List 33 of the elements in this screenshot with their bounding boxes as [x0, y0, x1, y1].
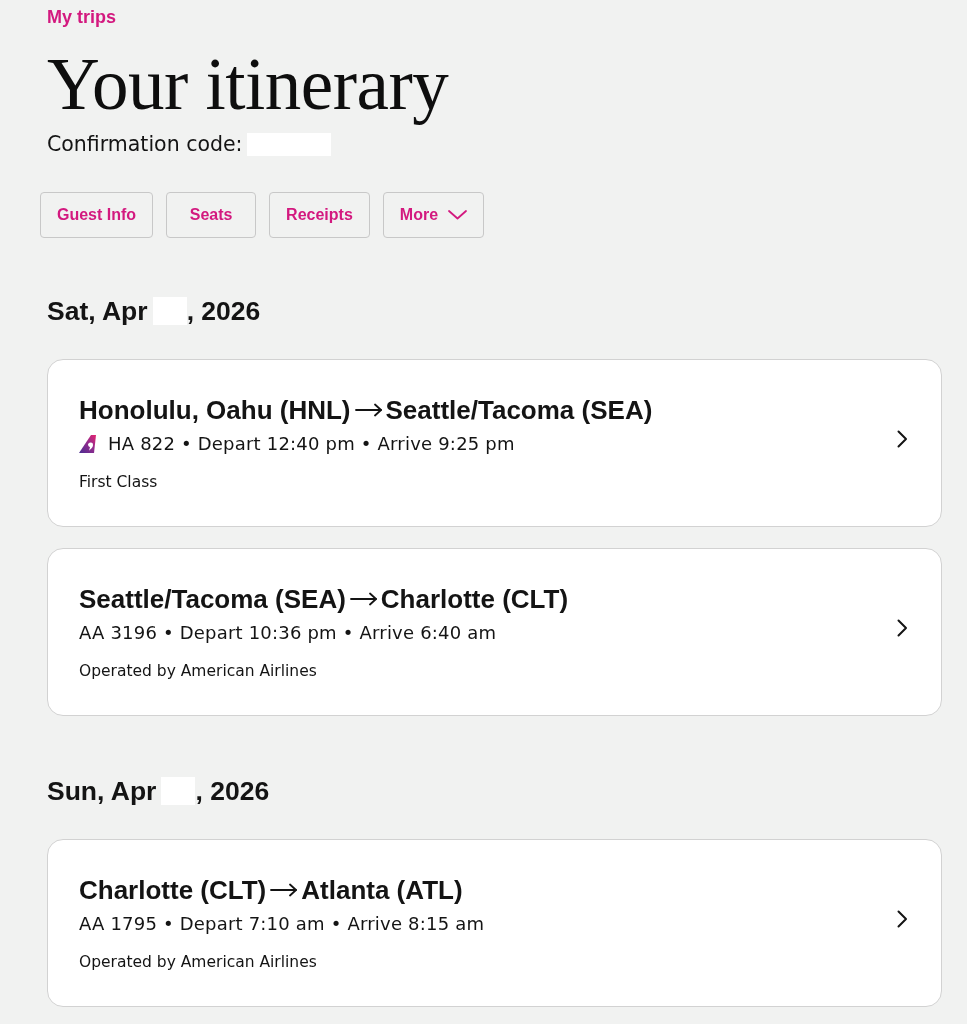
- flight-details: AA 1795 • Depart 7:10 am • Arrive 8:15 am: [79, 911, 485, 936]
- flight-details: AA 3196 • Depart 10:36 pm • Arrive 6:40 am: [79, 620, 497, 645]
- flight-details: HA 822 • Depart 12:40 pm • Arrive 9:25 pm: [108, 431, 515, 456]
- arrow-right-icon: [354, 402, 382, 417]
- destination-airport: Atlanta (ATL): [301, 874, 463, 905]
- date-heading: Sat, Apr: [47, 295, 148, 327]
- action-button[interactable]: Guest Info: [40, 192, 154, 238]
- action-button[interactable]: Receipts: [269, 192, 370, 238]
- origin-airport: Charlotte (CLT): [79, 874, 267, 905]
- flight-note: First Class: [79, 471, 158, 492]
- chevron-right-icon: [897, 910, 908, 928]
- arrow-right-icon: [270, 882, 298, 897]
- more-menu-button[interactable]: More: [382, 192, 485, 238]
- date-heading: , 2026: [195, 775, 270, 807]
- chevron-down-icon: [448, 210, 468, 220]
- flight-note: Operated by American Airlines: [79, 660, 317, 681]
- breadcrumb-link[interactable]: My trips: [47, 4, 116, 30]
- destination-airport: Seattle/Tacoma (SEA): [385, 394, 653, 425]
- chevron-right-icon: [897, 619, 908, 637]
- origin-airport: Seattle/Tacoma (SEA): [79, 583, 346, 614]
- flight-card[interactable]: Honolulu, Oahu (HNL) Seattle/Tacoma (SEA) HA 822 • Depart 12:40 pm • Arrive 9:25 pm First Class: [47, 359, 942, 527]
- date-heading: Sun, Apr: [47, 775, 157, 807]
- origin-airport: Honolulu, Oahu (HNL): [79, 394, 351, 425]
- chevron-right-icon: [897, 430, 908, 448]
- action-button[interactable]: Seats: [166, 192, 257, 238]
- flight-note: Operated by American Airlines: [79, 951, 317, 972]
- confirmation-label: Confirmation code:: [47, 131, 243, 157]
- date-heading: , 2026: [186, 295, 261, 327]
- arrow-right-icon: [349, 591, 377, 606]
- flight-card[interactable]: Charlotte (CLT) Atlanta (ATL) AA 1795 • Depart 7:10 am • Arrive 8:15 am Operated by American Airlines: [47, 839, 942, 1007]
- destination-airport: Charlotte (CLT): [380, 583, 569, 614]
- flight-card[interactable]: Seattle/Tacoma (SEA) Charlotte (CLT) AA 3196 • Depart 10:36 pm • Arrive 6:40 am Operated by American Airlines: [47, 548, 942, 716]
- page-title: Your itinerary: [47, 45, 449, 125]
